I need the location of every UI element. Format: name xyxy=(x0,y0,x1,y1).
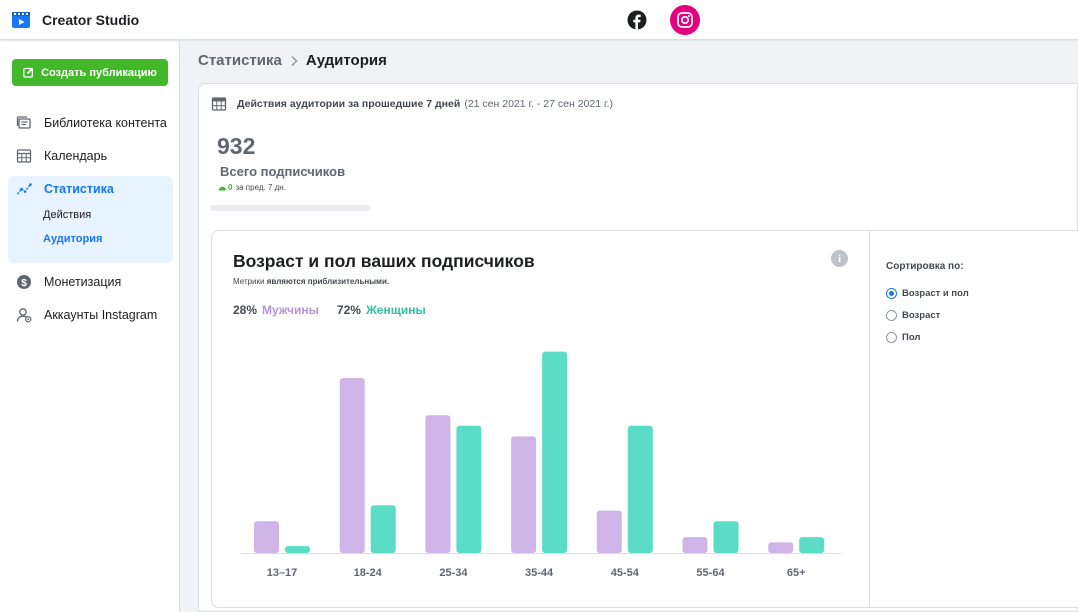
chevron-right-icon xyxy=(291,55,298,66)
bar-women-65+[interactable] xyxy=(799,537,825,553)
x-tick-label: 18-24 xyxy=(354,567,383,579)
bar-women-35-44[interactable] xyxy=(542,351,568,553)
radio[interactable] xyxy=(886,332,897,343)
men-percent: 28% xyxy=(233,303,258,317)
bar-men-35-44[interactable] xyxy=(511,436,537,553)
age-gender-bar-chart: 13–17 18-24 25-34 35-44 45-54 55-64 65+ xyxy=(241,351,841,579)
facebook-icon[interactable] xyxy=(627,10,647,30)
info-icon[interactable]: i xyxy=(831,250,848,267)
age-gender-chart-card: Возраст и пол ваших подписчиков Метрики … xyxy=(211,230,1078,608)
sidebar-subitem-actions[interactable]: Действия xyxy=(43,209,91,221)
breadcrumb-root[interactable]: Статистика xyxy=(198,52,282,69)
sort-option-label: Возраст xyxy=(902,310,941,321)
calendar-icon xyxy=(211,96,227,112)
chart-note-strong: являются приблизительными. xyxy=(266,277,390,286)
x-tick-label: 65+ xyxy=(787,567,806,579)
x-tick-label: 55-64 xyxy=(696,567,725,579)
cloud-up-icon xyxy=(218,186,226,190)
content-library-icon xyxy=(16,115,32,131)
account-settings-icon xyxy=(16,307,32,323)
bar-men-65+[interactable] xyxy=(768,542,794,553)
followers-delta-value: 0 xyxy=(228,183,233,192)
radio-selected[interactable] xyxy=(886,288,897,299)
sidebar-item-label: Библиотека контента xyxy=(44,116,167,130)
bar-men-55-64[interactable] xyxy=(682,537,708,553)
breadcrumb: Статистика Аудитория xyxy=(198,52,387,69)
dollar-icon: $ xyxy=(16,274,32,290)
bar-women-13–17[interactable] xyxy=(285,546,310,553)
bar-women-25-34[interactable] xyxy=(456,425,482,553)
bar-women-18-24[interactable] xyxy=(370,505,396,553)
sidebar-item-insights-header[interactable]: Статистика xyxy=(16,181,114,197)
sort-option-label: Пол xyxy=(902,332,921,343)
breadcrumb-current: Аудитория xyxy=(305,52,387,69)
total-followers-count: 932 xyxy=(217,133,256,159)
creator-studio-logo-icon xyxy=(12,12,30,28)
x-tick-label: 13–17 xyxy=(267,567,298,579)
bar-women-45-54[interactable] xyxy=(627,425,653,553)
sidebar: Создать публикацию Библиотека контента К… xyxy=(0,41,180,612)
insights-icon xyxy=(16,181,32,197)
sidebar-item-label: Календарь xyxy=(44,149,108,163)
calendar-icon xyxy=(16,148,32,164)
sidebar-item-content-library[interactable]: Библиотека контента xyxy=(8,108,173,138)
followers-delta-note: за пред. 7 дн. xyxy=(235,183,286,192)
sidebar-subitem-audience[interactable]: Аудитория xyxy=(43,233,102,245)
followers-progress-bar xyxy=(210,205,370,211)
sidebar-item-calendar[interactable]: Календарь xyxy=(8,141,173,171)
bar-men-45-54[interactable] xyxy=(596,510,622,553)
x-tick-label: 35-44 xyxy=(525,567,554,579)
sort-title: Сортировка по: xyxy=(886,261,964,272)
svg-text:$: $ xyxy=(21,277,27,289)
radio[interactable] xyxy=(886,310,897,321)
instagram-button[interactable] xyxy=(670,5,700,35)
sort-option-label: Возраст и пол xyxy=(902,288,969,299)
gender-share-legend: 28% Мужчины 72% Женщины xyxy=(233,303,426,317)
compose-icon xyxy=(23,67,34,78)
women-label: Женщины xyxy=(365,303,426,317)
sort-option-age[interactable]: Возраст xyxy=(886,310,940,321)
instagram-icon xyxy=(677,12,693,28)
men-label: Мужчины xyxy=(262,303,319,317)
sort-option-gender[interactable]: Пол xyxy=(886,332,920,343)
create-post-button[interactable]: Создать публикацию xyxy=(12,59,168,86)
chart-title: Возраст и пол ваших подписчиков xyxy=(233,251,535,271)
women-percent: 72% xyxy=(336,303,361,317)
bar-men-18-24[interactable] xyxy=(339,378,365,553)
sidebar-item-instagram-accounts[interactable]: Аккаунты Instagram xyxy=(8,300,173,330)
sidebar-item-label: Монетизация xyxy=(44,275,122,289)
sidebar-item-label: Аккаунты Instagram xyxy=(44,308,158,322)
top-bar: Creator Studio xyxy=(0,0,1078,40)
sort-option-age-gender[interactable]: Возраст и пол xyxy=(886,288,969,299)
chart-note: Метрики являются приблизительными. xyxy=(233,277,389,286)
sidebar-item-insights[interactable]: Статистика Действия Аудитория xyxy=(8,176,173,263)
sidebar-item-label: Статистика xyxy=(44,182,114,196)
x-tick-label: 45-54 xyxy=(611,567,640,579)
period-range: (21 сен 2021 г. - 27 сен 2021 г.) xyxy=(464,98,613,110)
sort-panel: Сортировка по: Возраст и пол Возраст Пол xyxy=(869,231,1078,607)
total-followers-label: Всего подписчиков xyxy=(220,164,346,179)
period-header: Действия аудитории за прошедшие 7 дней (… xyxy=(211,96,613,112)
app-title: Creator Studio xyxy=(42,12,140,28)
bar-men-13–17[interactable] xyxy=(254,521,279,553)
brand[interactable]: Creator Studio xyxy=(11,10,139,30)
chart-note-prefix: Метрики xyxy=(233,277,267,286)
sidebar-item-monetization[interactable]: $ Монетизация xyxy=(8,267,173,297)
bar-men-25-34[interactable] xyxy=(425,415,451,553)
bar-women-55-64[interactable] xyxy=(713,521,739,553)
create-post-label: Создать публикацию xyxy=(41,66,157,79)
x-tick-label: 25-34 xyxy=(439,567,468,579)
audience-panel: Действия аудитории за прошедшие 7 дней (… xyxy=(198,83,1078,612)
period-label: Действия аудитории за прошедшие 7 дней xyxy=(237,98,461,110)
followers-delta: 0 за пред. 7 дн. xyxy=(218,183,286,192)
